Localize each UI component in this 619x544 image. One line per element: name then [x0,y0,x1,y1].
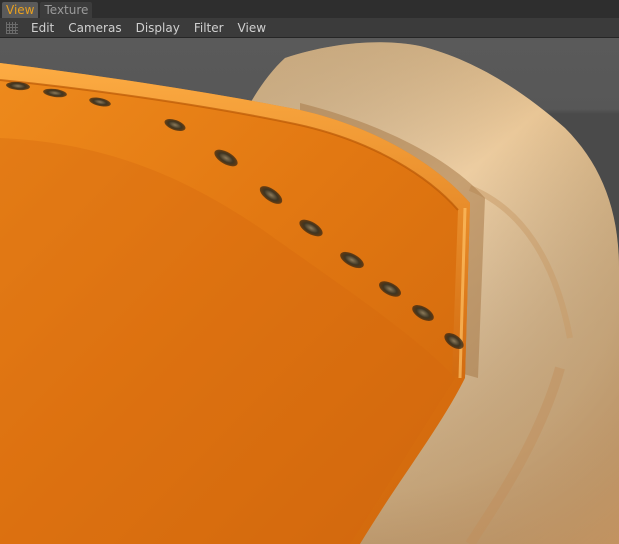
tab-texture[interactable]: Texture [40,2,93,18]
menu-view[interactable]: View [231,18,273,38]
viewport-render [0,38,619,544]
menu-cameras[interactable]: Cameras [61,18,128,38]
menu-bar: Edit Cameras Display Filter View [0,18,619,38]
tab-view[interactable]: View [2,2,39,18]
3d-viewport[interactable] [0,38,619,544]
menu-filter[interactable]: Filter [187,18,231,38]
grip-icon[interactable] [6,21,18,34]
panel-tab-bar: View Texture [0,0,619,18]
menu-edit[interactable]: Edit [24,18,61,38]
menu-display[interactable]: Display [129,18,187,38]
